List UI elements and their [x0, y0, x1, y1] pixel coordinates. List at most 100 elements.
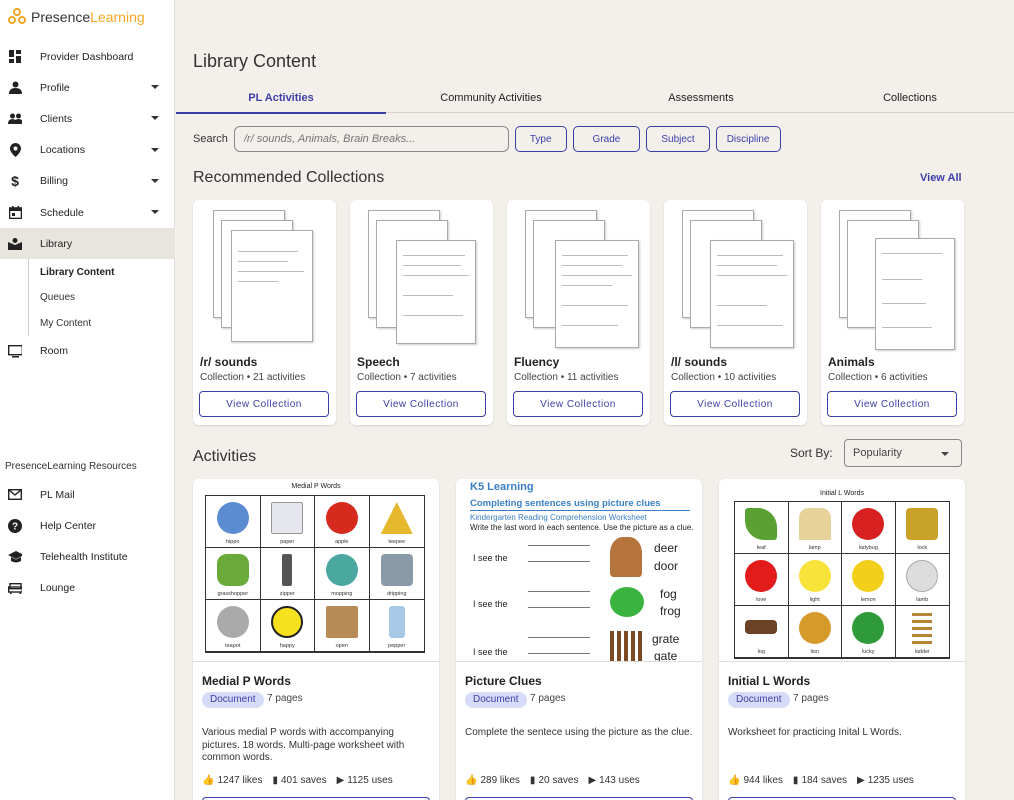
- likes-count: 289 likes: [480, 775, 520, 786]
- activity-card[interactable]: Initial L Words leaf lamp ladybug lock l…: [719, 479, 965, 800]
- chevron-down-icon[interactable]: [151, 85, 159, 90]
- filter-type-button[interactable]: Type: [514, 126, 567, 152]
- likes-count: 1247 likes: [217, 775, 263, 786]
- collection-card[interactable]: Animals Collection • 6 activities View C…: [821, 200, 964, 425]
- sidebar-item-clients[interactable]: Clients: [0, 103, 175, 134]
- view-collection-button[interactable]: View Collection: [827, 391, 957, 417]
- activities-heading: Activities: [193, 448, 257, 465]
- sidebar-item-label: Room: [40, 345, 69, 358]
- activity-thumbnail: Initial L Words leaf lamp ladybug lock l…: [719, 479, 965, 662]
- collection-card[interactable]: Speech Collection • 7 activities View Co…: [350, 200, 493, 425]
- view-collection-button[interactable]: View Collection: [513, 391, 643, 417]
- chevron-down-icon[interactable]: [151, 209, 159, 214]
- activity-card[interactable]: K5 Learning Completing sentences using p…: [456, 479, 702, 800]
- bookmark-icon: ▮: [792, 775, 799, 786]
- recommended-collections-heading: Recommended Collections: [193, 169, 385, 186]
- library-submenu: Library Content Queues My Content: [28, 259, 175, 336]
- view-all-link[interactable]: View All: [920, 172, 962, 184]
- sidebar-item-schedule[interactable]: Schedule: [0, 197, 175, 228]
- activity-description: Worksheet for practicing Inital L Words.: [728, 727, 902, 738]
- sidebar-item-room[interactable]: Room: [0, 336, 175, 367]
- logo[interactable]: PresenceLearning: [8, 8, 145, 26]
- filter-subject-button[interactable]: Subject: [646, 126, 710, 152]
- dollar-icon: $: [11, 173, 19, 190]
- sidebar-item-locations[interactable]: Locations: [0, 135, 175, 166]
- graduation-cap-icon: [8, 550, 22, 564]
- activity-description: Complete the sentece using the picture a…: [465, 727, 693, 738]
- chevron-down-icon[interactable]: [151, 116, 159, 121]
- saves-count: 401 saves: [281, 775, 327, 786]
- k5-learning-logo: K5 Learning: [470, 481, 534, 493]
- likes-count: 944 likes: [743, 775, 783, 786]
- search-bar: Search Type Grade Subject Discipline: [193, 126, 781, 152]
- filter-grade-button[interactable]: Grade: [572, 126, 641, 152]
- sidebar-subitem-my-content[interactable]: My Content: [29, 310, 175, 336]
- collection-name: /r/ sounds: [200, 355, 258, 369]
- activity-thumbnail: Medial P Words hippo paper apple teepee …: [193, 479, 439, 662]
- document-badge: Document: [465, 692, 527, 708]
- sidebar-subitem-queues[interactable]: Queues: [29, 285, 175, 311]
- filter-discipline-button[interactable]: Discipline: [715, 126, 781, 152]
- collection-thumbnail: [672, 208, 799, 350]
- tab-pl-activities[interactable]: PL Activities: [176, 82, 386, 114]
- chevron-down-icon: [941, 452, 949, 456]
- resources-nav: PL Mail ? Help Center Telehealth Institu…: [0, 479, 175, 604]
- collection-card[interactable]: /l/ sounds Collection • 10 activities Vi…: [664, 200, 807, 425]
- page-header: Library Content PL Activities Community …: [176, 38, 1014, 114]
- collection-card[interactable]: Fluency Collection • 11 activities View …: [507, 200, 650, 425]
- sidebar-item-pl-mail[interactable]: PL Mail: [0, 479, 175, 510]
- main-content: Library Content PL Activities Community …: [176, 0, 1014, 800]
- collection-meta: Collection • 11 activities: [514, 372, 619, 383]
- activity-stats: 👍 1247 likes ▮ 401 saves ▶ 1125 uses: [202, 775, 393, 786]
- sidebar-item-telehealth-institute[interactable]: Telehealth Institute: [0, 541, 175, 572]
- collection-card[interactable]: /r/ sounds Collection • 21 activities Vi…: [193, 200, 336, 425]
- sort-label: Sort By:: [790, 446, 833, 460]
- sidebar-item-library[interactable]: Library: [0, 228, 175, 260]
- sidebar-item-label: Locations: [40, 144, 85, 157]
- chevron-down-icon[interactable]: [151, 178, 159, 183]
- activity-stats: 👍 944 likes ▮ 184 saves ▶ 1235 uses: [728, 775, 914, 786]
- tab-assessments[interactable]: Assessments: [596, 82, 806, 113]
- view-collection-button[interactable]: View Collection: [356, 391, 486, 417]
- view-collection-button[interactable]: View Collection: [670, 391, 800, 417]
- sidebar-item-provider-dashboard[interactable]: Provider Dashboard: [0, 41, 175, 72]
- calendar-icon: [8, 206, 22, 220]
- activity-stats: 👍 289 likes ▮ 20 saves ▶ 143 uses: [465, 775, 640, 786]
- collection-name: Fluency: [514, 355, 560, 369]
- tab-bar: PL Activities Community Activities Asses…: [176, 82, 1014, 114]
- page-count: 7 pages: [530, 693, 566, 704]
- activity-card[interactable]: Medial P Words hippo paper apple teepee …: [193, 479, 439, 800]
- sort-select[interactable]: Popularity: [844, 439, 962, 467]
- sidebar-subitem-library-content[interactable]: Library Content: [29, 259, 175, 285]
- sidebar-item-billing[interactable]: $ Billing: [0, 166, 175, 197]
- sidebar-item-label: Provider Dashboard: [40, 50, 134, 63]
- worksheet-title: Medial P Words: [291, 483, 341, 490]
- tab-community-activities[interactable]: Community Activities: [386, 82, 596, 113]
- dashboard-icon: [8, 50, 22, 64]
- document-badge: Document: [728, 692, 790, 708]
- sidebar: PresenceLearning Provider Dashboard Prof…: [0, 0, 175, 800]
- sidebar-item-help-center[interactable]: ? Help Center: [0, 510, 175, 541]
- collections-row: /r/ sounds Collection • 21 activities Vi…: [193, 200, 964, 425]
- tab-collections[interactable]: Collections: [806, 82, 1014, 113]
- uses-count: 1125 uses: [347, 775, 393, 786]
- thumbs-up-icon: 👍: [728, 775, 741, 786]
- search-input[interactable]: [233, 126, 509, 152]
- collection-thumbnail: [358, 208, 485, 350]
- uses-count: 143 uses: [599, 775, 640, 786]
- collection-thumbnail: [515, 208, 642, 350]
- sidebar-item-profile[interactable]: Profile: [0, 72, 175, 103]
- chevron-down-icon[interactable]: [151, 147, 159, 152]
- sidebar-item-lounge[interactable]: Lounge: [0, 573, 175, 604]
- worksheet-instructions: Write the last word in each sentence. Us…: [470, 523, 694, 532]
- saves-count: 184 saves: [801, 775, 848, 786]
- sidebar-item-label: Help Center: [40, 519, 97, 532]
- collection-thumbnail: [201, 208, 328, 350]
- bookmark-icon: ▮: [529, 775, 536, 786]
- collection-name: Animals: [828, 355, 875, 369]
- activity-name: Initial L Words: [728, 674, 811, 688]
- sidebar-item-label: Clients: [40, 112, 73, 125]
- monitor-icon: [8, 344, 22, 358]
- play-icon: ▶: [336, 775, 345, 786]
- view-collection-button[interactable]: View Collection: [199, 391, 329, 417]
